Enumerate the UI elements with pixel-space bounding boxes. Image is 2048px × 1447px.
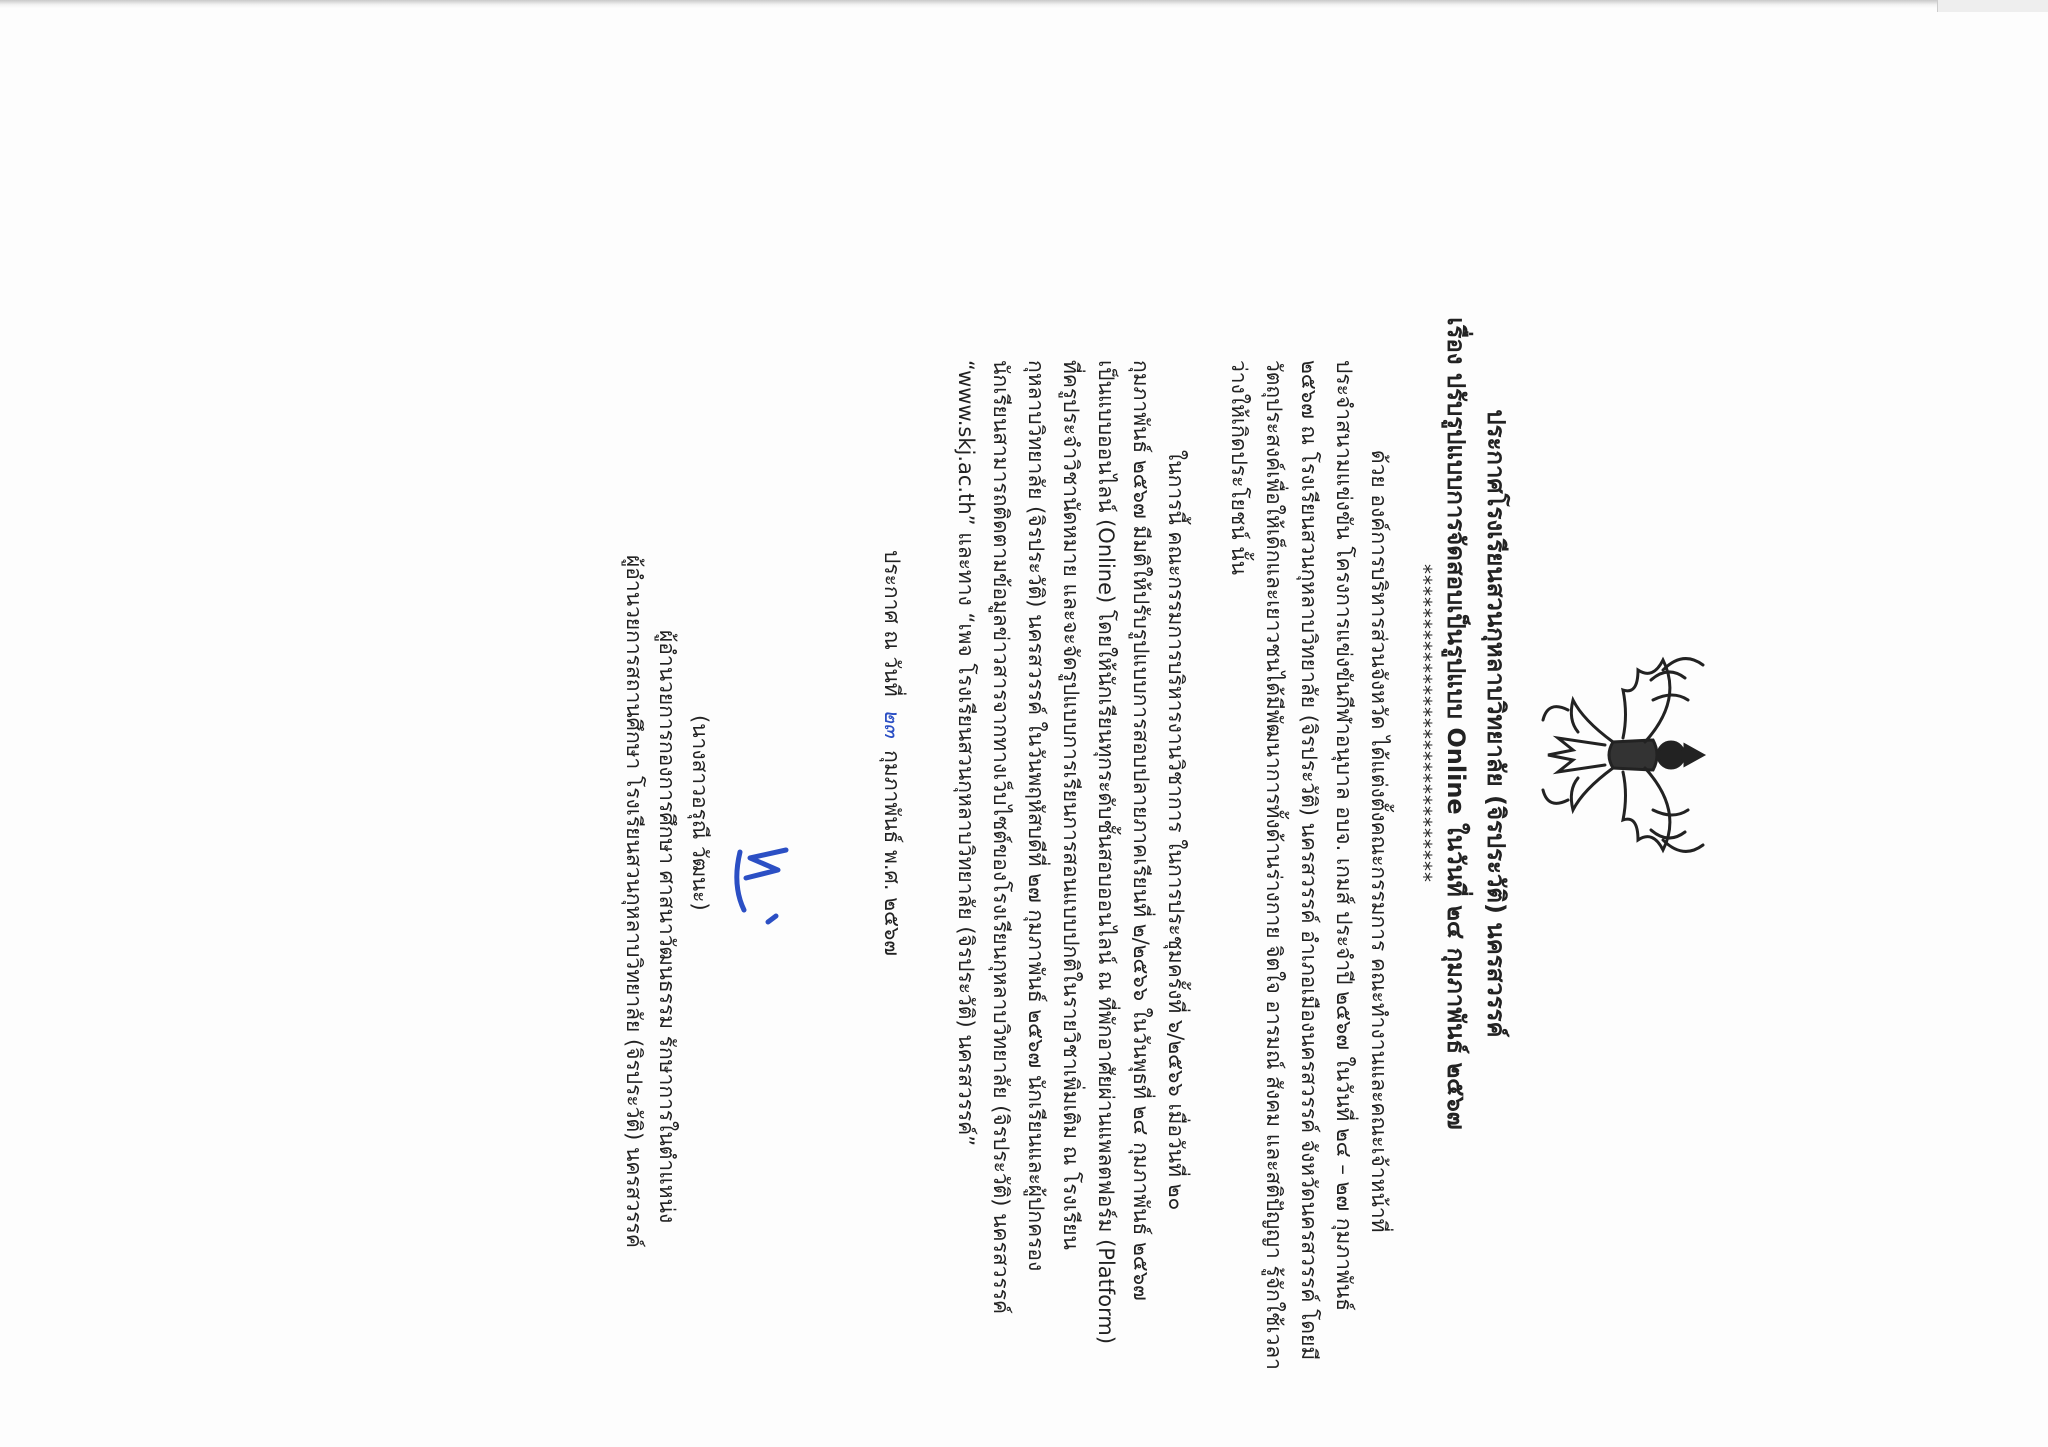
document-subject: เรื่อง ปรับรูปแบบการจัดสอบเป็นรูปแบบ Onl… — [1442, 317, 1470, 1130]
paragraph-intro: ด้วย องค์การบริหารส่วนจังหวัด ได้แต่งตั้… — [1221, 360, 1396, 1370]
paragraph-line: กุมภาพันธ์ ๒๕๖๗ มีมติให้ปรับรูปแบบการสอบ… — [1129, 360, 1153, 1301]
paragraph-line: ๒๕๖๗ ณ โรงเรียนสวนกุหลาบวิทยาลัย (จิรประ… — [1297, 360, 1321, 1361]
paragraph-line: นักเรียนสามารถติดตามข้อมูลข่าวสารจากทางเ… — [989, 360, 1013, 1315]
signatory-position-2: ผู้อำนวยการสถานศึกษา โรงเรียนสวนกุหลาบวิ… — [622, 555, 646, 1248]
paragraph-line: วัตถุประสงค์เพื่อให้เด็กและเยาวชนได้มีพั… — [1262, 360, 1286, 1370]
paragraph-line: ในการนี้ คณะกรรมการบริหารงานวิชาการ ในกา… — [1164, 450, 1188, 1211]
paragraph-line: ว่างให้เกิดประโยชน์ นั้น — [1227, 360, 1251, 575]
announcement-date: ประกาศ ณ วันที่ ๒๓ กุมภาพันธ์ พ.ศ. ๒๕๖๗ — [875, 550, 908, 956]
paragraph-line: ที่ครูประจำวิชานัดหมาย และจะจัดรูปแบบการ… — [1059, 360, 1083, 1250]
document-title: ประกาศโรงเรียนสวนกุหลาบวิทยาลัย (จิรประว… — [1482, 409, 1510, 1038]
paragraph-decision: ในการนี้ คณะกรรมการบริหารงานวิชาการ ในกา… — [948, 360, 1193, 1344]
paragraph-line: ประจำสนามแข่งขัน โครงการแข่งขันกีฬาอนุบา… — [1332, 360, 1356, 1312]
signatory-name: (นางสาวอรุณี วัฒนะ) — [688, 715, 712, 911]
announcement-label: ประกาศ ณ วันที่ — [880, 550, 904, 697]
document-page: ประกาศโรงเรียนสวนกุหลาบวิทยาลัย (จิรประว… — [0, 0, 2048, 1447]
announcement-day: ๒๓ — [880, 709, 904, 738]
announcement-month-year: กุมภาพันธ์ พ.ศ. ๒๕๖๗ — [880, 750, 904, 957]
separator-line: ***************************** — [1412, 564, 1436, 883]
paragraph-line: “www.skj.ac.th” และทาง “เพจ โรงเรียนสวนก… — [954, 360, 978, 1147]
signatory-position-1: ผู้อำนวยการกองการศึกษา ศาสนาวัฒนธรรม รัก… — [655, 630, 679, 1224]
paragraph-line: กุหลาบวิทยาลัย (จิรประวัติ) นครสวรรค์ ใน… — [1024, 360, 1048, 1272]
paragraph-line: ด้วย องค์การบริหารส่วนจังหวัด ได้แต่งตั้… — [1367, 450, 1391, 1233]
paragraph-line: เป็นแบบออนไลน์ (Online) โดยให้นักเรียนทุ… — [1094, 360, 1118, 1345]
garuda-emblem-icon — [1541, 656, 1707, 854]
signature-mark-icon — [734, 847, 789, 925]
